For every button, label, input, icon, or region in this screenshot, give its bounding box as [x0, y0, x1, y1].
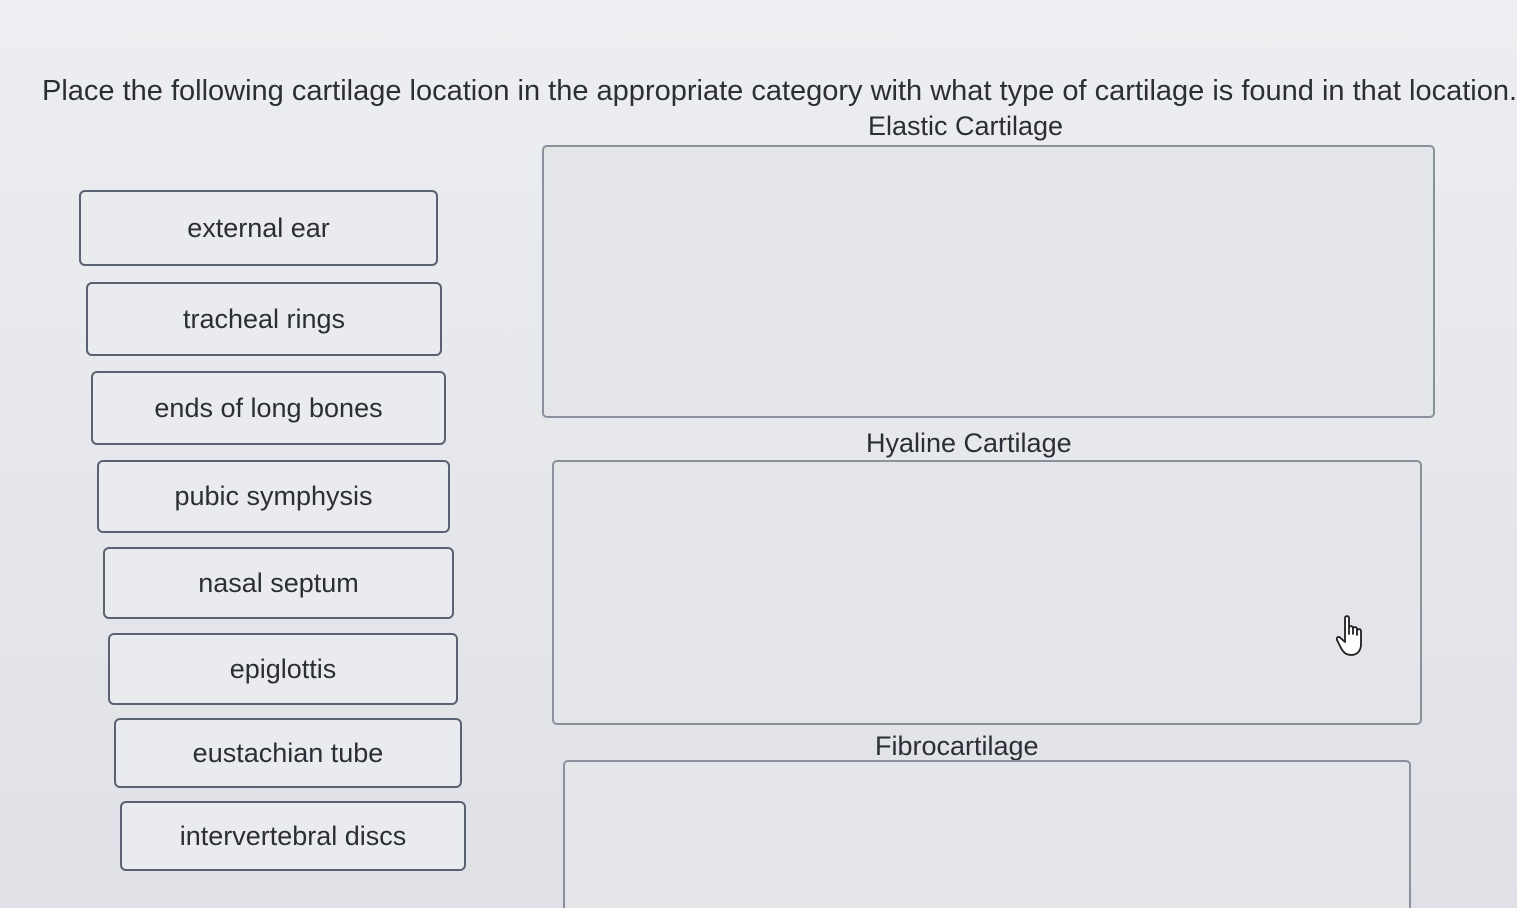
category-title-fibrocartilage: Fibrocartilage	[875, 731, 1039, 761]
draggable-item-nasal-septum[interactable]: nasal septum	[103, 547, 454, 619]
dropzone-fibrocartilage[interactable]	[563, 760, 1411, 908]
question-instructions: Place the following cartilage location i…	[42, 75, 1517, 107]
category-title-hyaline: Hyaline Cartilage	[866, 428, 1072, 458]
category-title-elastic: Elastic Cartilage	[868, 111, 1064, 141]
draggable-item-epiglottis[interactable]: epiglottis	[108, 633, 458, 705]
hand-pointer-icon	[1336, 615, 1362, 656]
draggable-item-ends-of-long-bones[interactable]: ends of long bones	[91, 371, 446, 445]
question-screen: Place the following cartilage location i…	[0, 0, 1517, 908]
dropzone-hyaline-cartilage[interactable]	[552, 460, 1422, 725]
draggable-item-pubic-symphysis[interactable]: pubic symphysis	[97, 460, 450, 533]
draggable-item-external-ear[interactable]: external ear	[79, 190, 438, 266]
draggable-item-tracheal-rings[interactable]: tracheal rings	[86, 282, 442, 356]
draggable-item-eustachian-tube[interactable]: eustachian tube	[114, 718, 462, 788]
dropzone-elastic-cartilage[interactable]	[542, 145, 1435, 418]
draggable-item-intervertebral-discs[interactable]: intervertebral discs	[120, 801, 466, 871]
